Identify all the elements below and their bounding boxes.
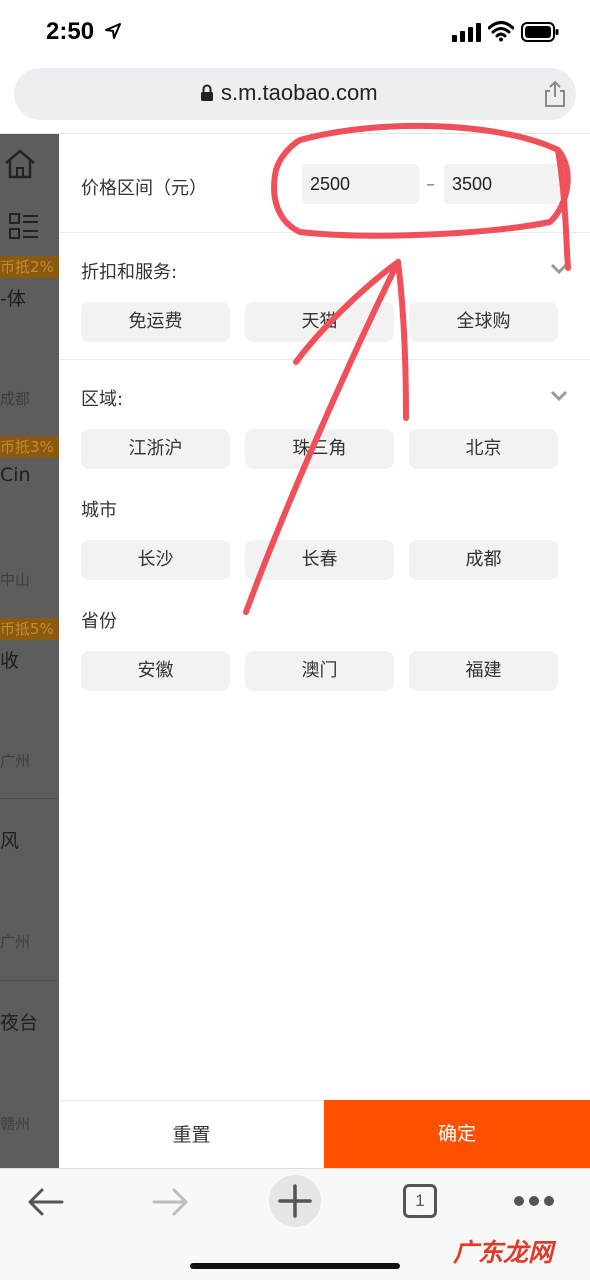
product-title: 夜台 — [0, 1012, 39, 1034]
chevron-down-icon[interactable] — [549, 262, 569, 276]
watermark: 广东龙网 — [453, 1238, 554, 1267]
back-arrow-icon[interactable] — [26, 1185, 66, 1219]
option-free-shipping[interactable]: 免运费 — [81, 302, 230, 342]
product-title: -体 — [0, 288, 26, 310]
section-divider — [59, 232, 590, 233]
url-text: s.m.taobao.com — [221, 80, 378, 105]
confirm-button[interactable]: 确定 — [324, 1100, 590, 1168]
price-range-label: 价格区间（元） — [81, 178, 207, 199]
product-city: 广州 — [0, 752, 31, 770]
reset-button[interactable]: 重置 — [59, 1100, 324, 1168]
location-arrow-icon — [105, 23, 121, 39]
plus-icon — [278, 1184, 312, 1218]
option-beijing[interactable]: 北京 — [409, 429, 558, 469]
list-view-icon — [9, 213, 38, 239]
option-changchun[interactable]: 长春 — [245, 540, 394, 580]
share-icon[interactable] — [542, 80, 568, 108]
more-icon[interactable] — [513, 1195, 555, 1207]
price-min-input[interactable]: 2500 — [302, 164, 419, 204]
option-jiangzhehu[interactable]: 江浙沪 — [81, 429, 230, 469]
new-tab-button[interactable] — [269, 1175, 321, 1227]
battery-icon — [521, 22, 559, 42]
status-time: 2:50 — [46, 18, 95, 45]
price-max-input[interactable]: 3500 — [444, 164, 564, 204]
option-macau[interactable]: 澳门 — [245, 651, 394, 691]
option-fujian[interactable]: 福建 — [409, 651, 558, 691]
wifi-icon — [488, 21, 514, 42]
option-global-buy[interactable]: 全球购 — [409, 302, 558, 342]
option-chengdu[interactable]: 成都 — [409, 540, 558, 580]
option-anhui[interactable]: 安徽 — [81, 651, 230, 691]
tabs-button[interactable]: 1 — [403, 1184, 437, 1218]
price-separator: – — [426, 174, 435, 195]
status-bar: 2:50 — [0, 0, 590, 64]
list-divider — [0, 798, 59, 799]
province-label: 省份 — [81, 611, 117, 632]
region-label: 区域: — [81, 389, 124, 410]
product-city: 成都 — [0, 390, 31, 408]
product-city: 赣州 — [0, 1115, 31, 1133]
list-divider — [0, 980, 59, 981]
section-divider — [59, 359, 590, 360]
product-title: Cin — [0, 464, 31, 486]
option-tmall[interactable]: 天猫 — [245, 302, 394, 342]
home-indicator — [190, 1263, 400, 1269]
services-label: 折扣和服务: — [81, 262, 178, 283]
coin-discount-badge: 币抵5% — [0, 618, 59, 640]
home-icon — [5, 149, 35, 179]
coin-discount-badge: 币抵3% — [0, 436, 59, 458]
coin-discount-badge: 币抵2% — [0, 256, 59, 278]
address-bar[interactable]: s.m.taobao.com — [14, 68, 576, 120]
chevron-down-icon[interactable] — [549, 389, 569, 403]
lock-icon — [201, 84, 213, 101]
product-city: 广州 — [0, 933, 31, 951]
cellular-signal-icon — [452, 23, 481, 42]
product-title: 收 — [0, 650, 20, 672]
filter-panel: 价格区间（元） 2500 – 3500 折扣和服务: 免运费 天猫 全球购 区域… — [59, 134, 590, 1168]
product-title: 风 — [0, 830, 20, 852]
option-pearl-river-delta[interactable]: 珠三角 — [245, 429, 394, 469]
city-label: 城市 — [81, 500, 117, 521]
forward-arrow-icon[interactable] — [150, 1185, 190, 1219]
product-city: 中山 — [0, 571, 31, 589]
option-changsha[interactable]: 长沙 — [81, 540, 230, 580]
background-results-list: 币抵2% -体 成都 币抵3% Cin 中山 币抵5% 收 广州 风 广州 夜台… — [0, 134, 59, 1168]
